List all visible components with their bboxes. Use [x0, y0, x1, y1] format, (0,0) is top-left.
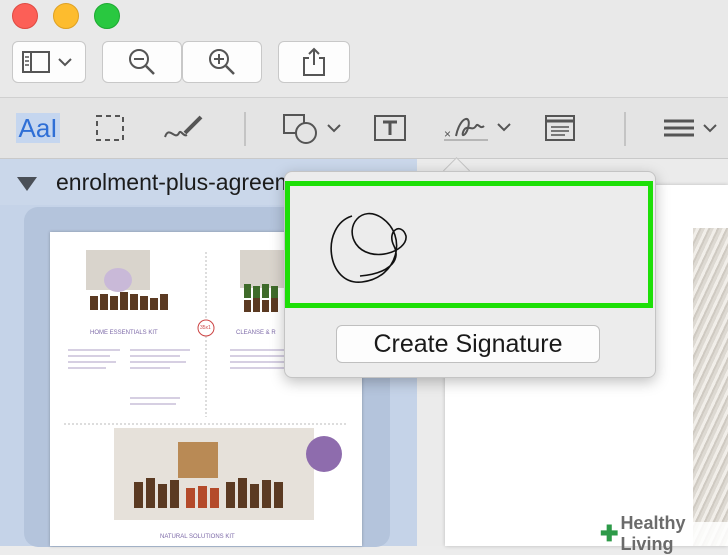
thumbnail-cleanse-title: CLEANSE & R — [236, 330, 276, 336]
markup-toolbar: AaI × — [0, 97, 728, 159]
zoom-out-button[interactable] — [102, 41, 182, 83]
saved-signature[interactable] — [285, 181, 653, 308]
svg-text:×: × — [444, 127, 451, 141]
zoom-in-button[interactable] — [182, 41, 262, 83]
signature-icon: × — [444, 118, 511, 141]
text-box-tool[interactable] — [370, 108, 410, 148]
note-icon — [545, 115, 575, 141]
shapes-tool[interactable] — [280, 108, 346, 148]
zoom-out-icon — [129, 49, 155, 75]
watermark: ✚ Healthy Living — [596, 513, 728, 554]
sidebar-toggle-button[interactable] — [12, 41, 86, 83]
text-selection-tool[interactable]: AaI — [12, 108, 64, 148]
rectangular-selection-tool[interactable] — [92, 108, 128, 148]
toolbar-separator — [624, 112, 626, 146]
sketch-tool[interactable] — [160, 108, 208, 148]
watermark-text: Healthy Living — [620, 513, 686, 554]
text-selection-label: AaI — [16, 113, 60, 143]
zoom-window-button[interactable] — [94, 3, 120, 29]
text-box-icon — [374, 115, 406, 141]
cross-logo-icon: ✚ — [600, 521, 619, 546]
rectangle-select-icon — [96, 115, 124, 141]
window-titlebar — [0, 0, 728, 97]
disclosure-triangle-icon[interactable] — [17, 177, 37, 191]
thumbnail-price-badge: 35x1 — [200, 325, 211, 331]
line-style-icon — [664, 119, 717, 137]
sidebar-icon — [22, 51, 72, 73]
sign-tool[interactable]: × — [442, 108, 518, 148]
thumbnail-home-kit-title: HOME ESSENTIALS KIT — [90, 330, 158, 336]
sketch-pen-icon — [164, 115, 203, 138]
note-tool[interactable] — [542, 108, 578, 148]
close-window-button[interactable] — [12, 3, 38, 29]
share-icon — [303, 47, 325, 76]
thumbnail-natural-kit-title: NATURAL SOLUTIONS KIT — [160, 534, 235, 540]
signature-scribble-icon — [330, 212, 407, 283]
document-image-texture — [693, 228, 728, 546]
line-style-tool[interactable] — [660, 108, 724, 148]
minimize-window-button[interactable] — [53, 3, 79, 29]
share-button[interactable] — [278, 41, 350, 83]
create-signature-button[interactable]: Create Signature — [336, 325, 600, 363]
toolbar-separator — [244, 112, 246, 146]
shapes-icon — [283, 114, 341, 144]
zoom-in-icon — [209, 49, 235, 75]
